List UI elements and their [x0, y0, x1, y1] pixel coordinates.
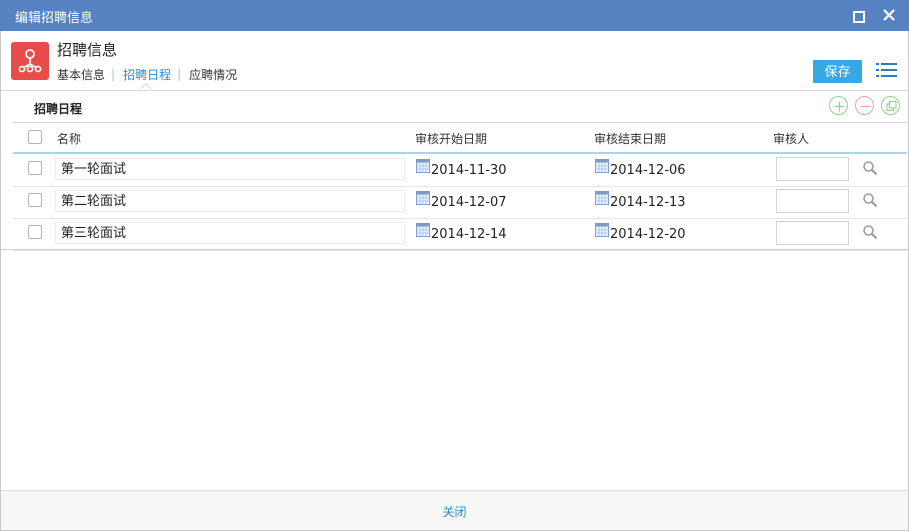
tab-application-status[interactable]: 应聘情况: [189, 66, 237, 83]
reviewer-field[interactable]: [776, 221, 849, 245]
row-checkbox[interactable]: [28, 193, 42, 207]
start-date-field[interactable]: 2014-11-30: [416, 158, 592, 182]
select-all-checkbox[interactable]: [28, 130, 42, 144]
calendar-icon[interactable]: [595, 191, 609, 205]
close-button[interactable]: 关闭: [1, 503, 908, 520]
start-date-value: 2014-12-07: [431, 195, 507, 210]
save-button[interactable]: 保存: [813, 60, 862, 83]
dialog-body: 招聘信息 基本信息 | 招聘日程 | 应聘情况 保存 招聘日程 名称 审核开始日…: [0, 31, 909, 531]
copy-row-icon[interactable]: [881, 96, 900, 115]
end-date-value: 2014-12-20: [610, 227, 686, 242]
remove-row-icon[interactable]: [855, 96, 874, 115]
calendar-icon[interactable]: [416, 223, 430, 237]
column-reviewer: 审核人: [773, 132, 810, 146]
close-icon[interactable]: [880, 6, 898, 24]
window-title: 编辑招聘信息: [15, 11, 94, 26]
window-titlebar: 编辑招聘信息: [0, 0, 909, 31]
maximize-icon[interactable]: [849, 6, 867, 24]
tab-basic-info[interactable]: 基本信息: [57, 66, 105, 83]
grid-header: 名称 审核开始日期 审核结束日期 审核人: [13, 123, 907, 153]
grid-bottom-border: [1, 249, 908, 250]
column-start-date: 审核开始日期: [415, 132, 488, 146]
page-title: 招聘信息: [57, 41, 118, 59]
start-date-value: 2014-12-14: [431, 227, 507, 242]
active-tab-indicator: [140, 83, 152, 89]
reviewer-field[interactable]: [776, 189, 849, 213]
tab-recruit-schedule[interactable]: 招聘日程: [123, 66, 171, 83]
reviewer-field[interactable]: [776, 157, 849, 181]
row-checkbox[interactable]: [28, 225, 42, 239]
header-divider: [1, 90, 908, 91]
end-date-value: 2014-12-13: [610, 195, 686, 210]
start-date-value: 2014-11-30: [431, 163, 507, 178]
list-menu-icon[interactable]: [876, 61, 898, 79]
search-icon[interactable]: [862, 224, 878, 240]
search-icon[interactable]: [862, 160, 878, 176]
tab-separator: |: [111, 67, 116, 81]
row-checkbox[interactable]: [28, 161, 42, 175]
start-date-field[interactable]: 2014-12-14: [416, 222, 592, 246]
search-icon[interactable]: [862, 192, 878, 208]
table-row: 第一轮面试 2014-11-30 2014-12-06: [13, 154, 907, 187]
calendar-icon[interactable]: [416, 159, 430, 173]
end-date-field[interactable]: 2014-12-20: [595, 222, 771, 246]
tab-separator: |: [177, 67, 182, 81]
end-date-value: 2014-12-06: [610, 163, 686, 178]
end-date-field[interactable]: 2014-12-13: [595, 190, 771, 214]
calendar-icon[interactable]: [416, 191, 430, 205]
add-row-icon[interactable]: [829, 96, 848, 115]
sub-tabs: 基本信息 | 招聘日程 | 应聘情况: [57, 65, 237, 83]
end-date-field[interactable]: 2014-12-06: [595, 158, 771, 182]
recruit-app-icon: [11, 42, 49, 80]
table-row: 第三轮面试 2014-12-14 2014-12-20: [13, 218, 907, 251]
column-end-date: 审核结束日期: [594, 132, 667, 146]
dialog-footer: 关闭: [1, 491, 908, 530]
column-name: 名称: [57, 132, 82, 146]
table-row: 第二轮面试 2014-12-07 2014-12-13: [13, 186, 907, 219]
name-field[interactable]: 第一轮面试: [55, 158, 405, 180]
section-title: 招聘日程: [34, 102, 83, 116]
calendar-icon[interactable]: [595, 159, 609, 173]
calendar-icon[interactable]: [595, 223, 609, 237]
name-field[interactable]: 第二轮面试: [55, 190, 405, 212]
start-date-field[interactable]: 2014-12-07: [416, 190, 592, 214]
name-field[interactable]: 第三轮面试: [55, 222, 405, 244]
